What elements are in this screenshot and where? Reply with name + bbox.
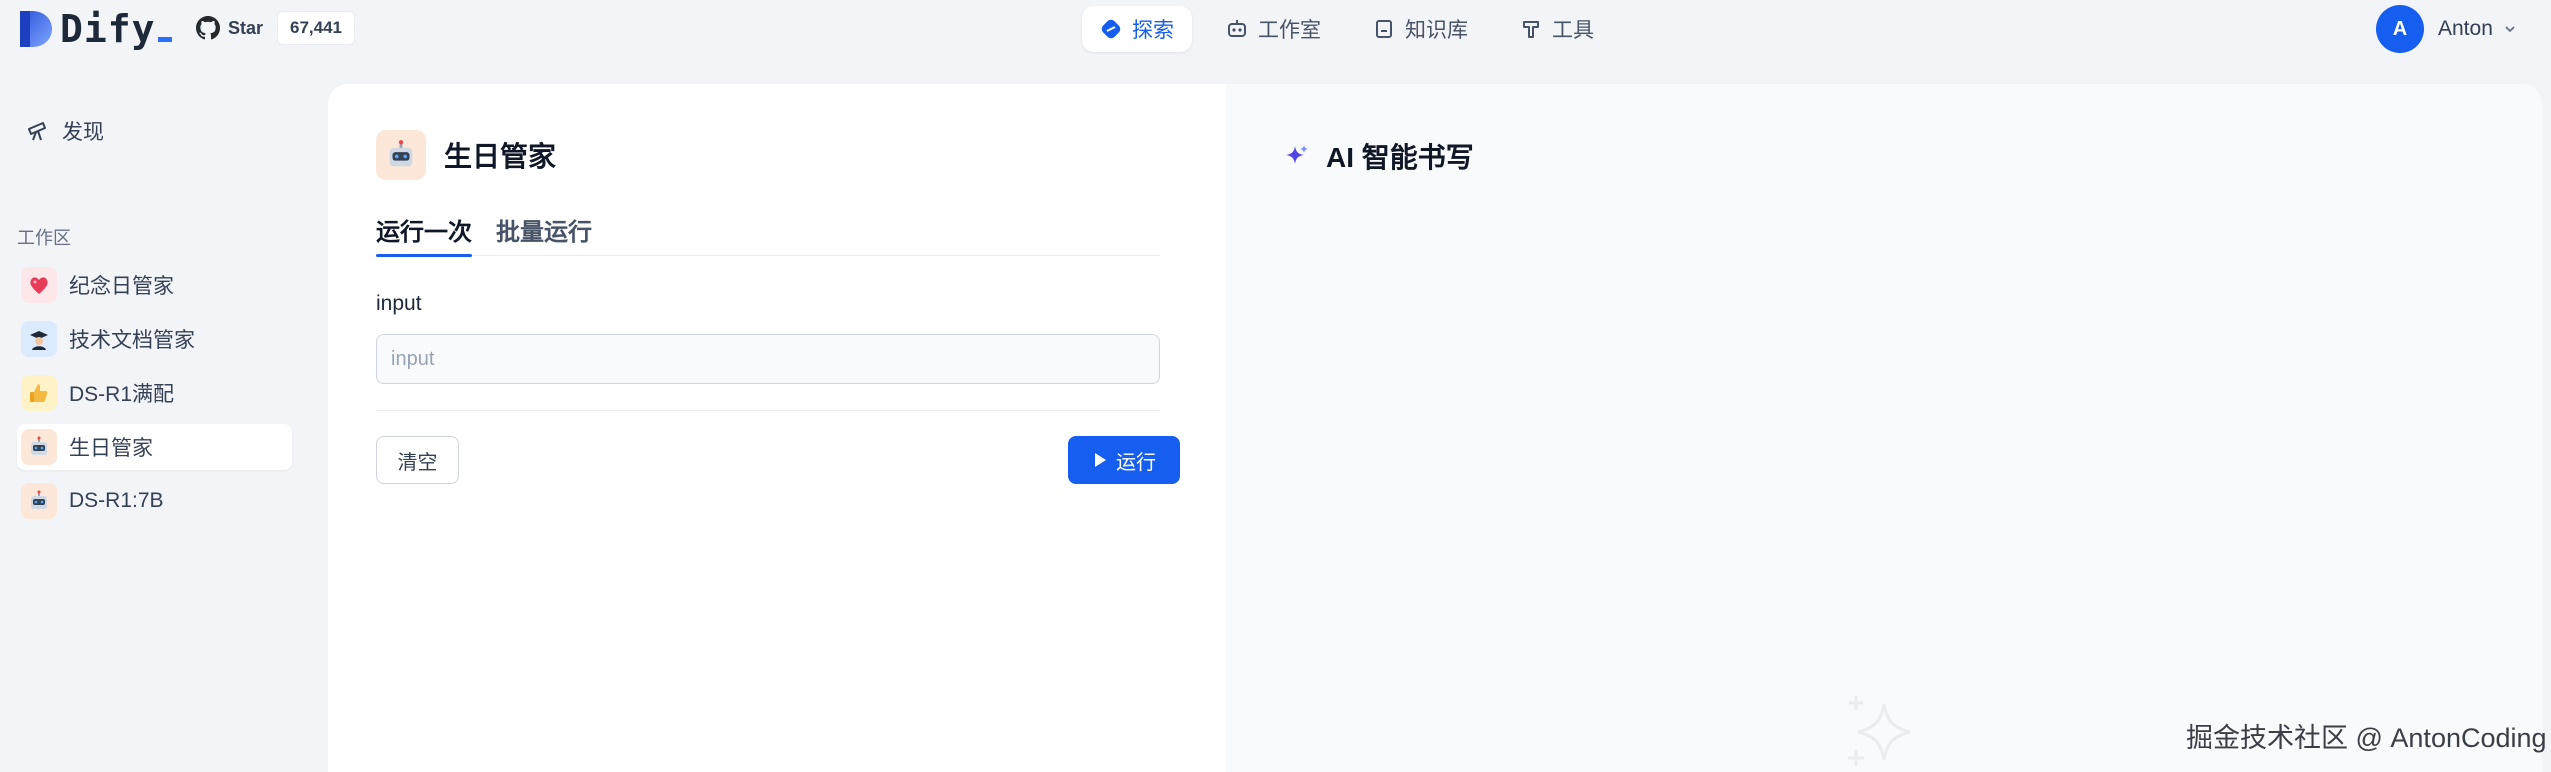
robot-icon — [21, 429, 57, 465]
nav-knowledge[interactable]: 知识库 — [1355, 6, 1486, 52]
telescope-icon — [28, 122, 46, 141]
sidebar-item-ds-r1-7b[interactable]: DS-R1:7B — [17, 478, 292, 524]
sidebar-item-label: DS-R1:7B — [69, 489, 164, 512]
tab-run-once[interactable]: 运行一次 — [376, 212, 472, 257]
nav-knowledge-label: 知识库 — [1405, 19, 1468, 42]
sidebar-item-label: 生日管家 — [69, 437, 153, 460]
sidebar-item-birthday[interactable]: 生日管家 — [17, 424, 292, 470]
sidebar-item-label: DS-R1满配 — [69, 383, 175, 406]
app-header: 生日管家 — [376, 130, 556, 180]
input-field-label: input — [376, 292, 422, 315]
thumbs-up-icon — [21, 375, 57, 411]
graduate-icon — [21, 321, 57, 357]
app-card: 生日管家 运行一次 批量运行 input 清空 运行 AI 智能书写 — [328, 84, 2542, 772]
workspace-title: 工作区 — [17, 228, 71, 248]
play-icon — [1095, 453, 1106, 467]
book-icon — [1376, 20, 1392, 38]
github-star-widget[interactable]: Star 67,441 — [196, 11, 356, 45]
github-star-label: Star — [228, 17, 264, 38]
sidebar-item-label: 技术文档管家 — [69, 329, 195, 352]
dify-logo-icon — [20, 11, 52, 47]
result-pane: AI 智能书写 — [1226, 84, 2542, 772]
sidebar-item-ds-r1-full[interactable]: DS-R1满配 — [17, 370, 292, 416]
logo-text: Dify — [60, 7, 172, 51]
sparkle-decoration-icon — [1848, 696, 1911, 766]
user-menu[interactable]: A Anton — [2376, 5, 2517, 53]
avatar: A — [2376, 5, 2424, 53]
github-icon — [196, 16, 220, 40]
main-nav: 探索 工作室 知识库 工具 — [1082, 6, 1628, 52]
run-mode-tabs: 运行一次 批量运行 — [376, 212, 1160, 257]
nav-explore-label: 探索 — [1132, 19, 1174, 42]
input-field[interactable] — [376, 334, 1160, 384]
result-header: AI 智能书写 — [1284, 136, 1474, 176]
sparkle-icon — [1286, 145, 1308, 164]
sidebar-item-techdoc[interactable]: 技术文档管家 — [17, 316, 292, 362]
result-title: AI 智能书写 — [1326, 142, 1474, 173]
robot-icon — [1228, 20, 1246, 37]
app-title: 生日管家 — [444, 141, 557, 172]
watermark: 掘金技术社区 @ AntonCoding — [2186, 723, 2547, 753]
explore-icon — [1101, 19, 1121, 39]
robot-icon — [376, 130, 426, 180]
nav-studio[interactable]: 工作室 — [1208, 6, 1339, 52]
run-button-label: 运行 — [1116, 451, 1156, 474]
github-star-count: 67,441 — [277, 11, 356, 45]
clear-button[interactable]: 清空 — [376, 436, 459, 484]
sidebar-discover-label: 发现 — [62, 121, 104, 144]
nav-tools[interactable]: 工具 — [1502, 6, 1612, 52]
hammer-icon — [1523, 21, 1539, 38]
dify-logo[interactable]: Dify — [18, 7, 172, 51]
chevron-down-icon — [2505, 26, 2515, 33]
heart-icon — [21, 267, 57, 303]
sidebar-discover[interactable]: 发现 — [26, 116, 104, 146]
user-name: Anton — [2438, 17, 2493, 40]
nav-tools-label: 工具 — [1552, 19, 1594, 42]
tab-batch-run[interactable]: 批量运行 — [496, 212, 592, 256]
run-button[interactable]: 运行 — [1068, 436, 1180, 484]
nav-studio-label: 工作室 — [1258, 19, 1321, 42]
nav-explore[interactable]: 探索 — [1082, 6, 1192, 52]
sidebar-item-label: 纪念日管家 — [69, 275, 174, 298]
workspace-list: 纪念日管家 技术文档管家 DS-R1满配 生日管家 DS-R1:7B — [17, 262, 292, 532]
form-divider — [376, 410, 1160, 411]
sidebar-item-anniversary[interactable]: 纪念日管家 — [17, 262, 292, 308]
top-bar: Dify Star 67,441 探索 工作室 知识库 工具 A Anton — [0, 0, 2551, 60]
robot-icon — [21, 483, 57, 519]
